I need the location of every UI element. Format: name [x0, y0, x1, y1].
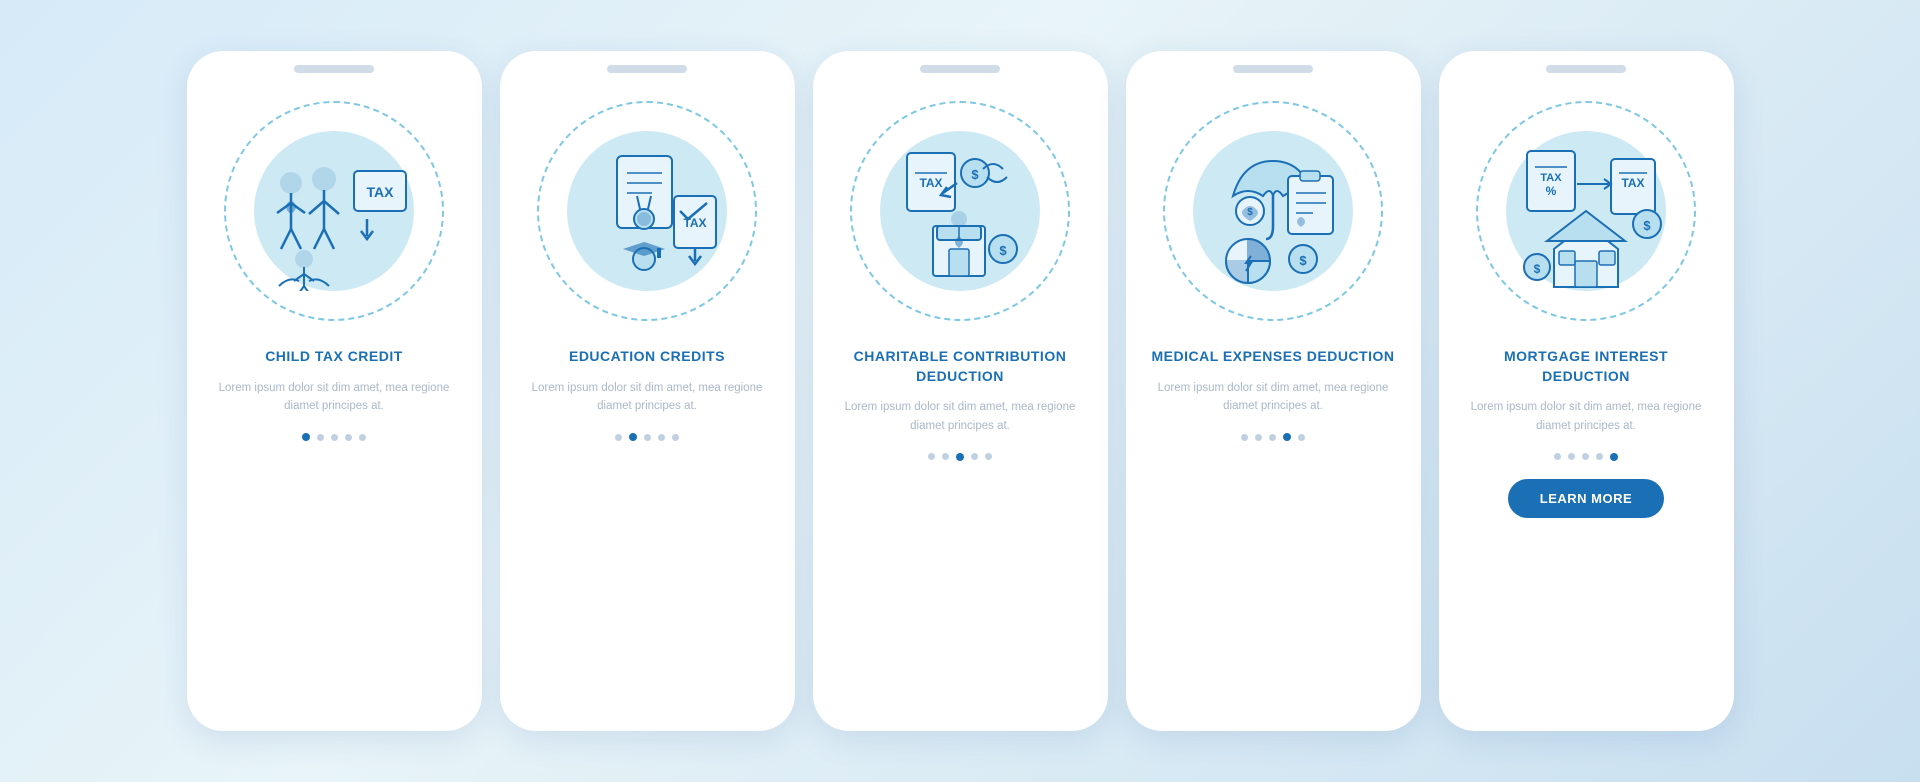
svg-text:$: $	[1299, 253, 1307, 268]
dot-3	[1269, 434, 1276, 441]
card-title: MORTGAGE INTEREST DEDUCTION	[1439, 347, 1734, 386]
dot-1	[302, 433, 310, 441]
card-medical-expenses: $ $	[1126, 51, 1421, 731]
svg-text:TAX: TAX	[1621, 176, 1644, 190]
dot-4	[1283, 433, 1291, 441]
dot-1	[1241, 434, 1248, 441]
dot-3	[331, 434, 338, 441]
illustration-education: TAX	[527, 91, 767, 331]
card-body: Lorem ipsum dolor sit dim amet, mea regi…	[1439, 398, 1734, 435]
card-child-tax-credit: TAX CHILD TAX CREDIT Lorem i	[187, 51, 482, 731]
svg-text:$: $	[971, 167, 979, 182]
education-icon: TAX	[562, 131, 732, 291]
svg-text:%: %	[1545, 184, 1556, 198]
illustration-mortgage: TAX % TAX $	[1466, 91, 1706, 331]
dot-4	[971, 453, 978, 460]
svg-text:TAX: TAX	[1540, 172, 1562, 184]
dot-5	[672, 434, 679, 441]
dot-2	[317, 434, 324, 441]
dot-4	[345, 434, 352, 441]
svg-text:TAX: TAX	[367, 184, 395, 200]
card-body: Lorem ipsum dolor sit dim amet, mea regi…	[187, 379, 482, 416]
svg-text:$: $	[1643, 218, 1651, 233]
illustration-child-tax: TAX	[214, 91, 454, 331]
dots-row	[928, 453, 992, 461]
card-education-credits: TAX EDUCATION CREDITS Lorem ipsum dolor …	[500, 51, 795, 731]
dots-row	[615, 433, 679, 441]
card-body: Lorem ipsum dolor sit dim amet, mea regi…	[500, 379, 795, 416]
dot-1	[1554, 453, 1561, 460]
dots-row	[302, 433, 366, 441]
card-title: MEDICAL EXPENSES DEDUCTION	[1132, 347, 1415, 367]
child-tax-icon: TAX	[249, 131, 419, 291]
dot-2	[1255, 434, 1262, 441]
illustration-charitable: TAX $	[840, 91, 1080, 331]
dot-5	[1610, 453, 1618, 461]
phone-notch	[920, 65, 1000, 73]
card-title: CHILD TAX CREDIT	[245, 347, 423, 367]
cards-container: TAX CHILD TAX CREDIT Lorem i	[167, 31, 1754, 751]
dot-4	[658, 434, 665, 441]
svg-text:$: $	[1533, 262, 1540, 276]
card-charitable-contribution: TAX $	[813, 51, 1108, 731]
dot-1	[615, 434, 622, 441]
illustration-medical: $ $	[1153, 91, 1393, 331]
phone-notch	[294, 65, 374, 73]
charitable-icon: TAX $	[875, 131, 1045, 291]
card-title: CHARITABLE CONTRIBUTION DEDUCTION	[813, 347, 1108, 386]
svg-text:$: $	[1247, 207, 1253, 218]
dot-4	[1596, 453, 1603, 460]
medical-icon: $ $	[1188, 131, 1358, 291]
dot-2	[629, 433, 637, 441]
dot-5	[985, 453, 992, 460]
mortgage-icon: TAX % TAX $	[1499, 129, 1674, 294]
dot-2	[1568, 453, 1575, 460]
dot-3	[1582, 453, 1589, 460]
learn-more-button[interactable]: LEARN MORE	[1508, 479, 1664, 518]
card-body: Lorem ipsum dolor sit dim amet, mea regi…	[1126, 379, 1421, 416]
dots-row	[1554, 453, 1618, 461]
svg-text:TAX: TAX	[919, 176, 942, 190]
svg-text:$: $	[999, 243, 1007, 258]
card-title: EDUCATION CREDITS	[549, 347, 745, 367]
card-mortgage-interest: TAX % TAX $	[1439, 51, 1734, 731]
card-body: Lorem ipsum dolor sit dim amet, mea regi…	[813, 398, 1108, 435]
dot-3	[956, 453, 964, 461]
dot-3	[644, 434, 651, 441]
dot-5	[1298, 434, 1305, 441]
dot-1	[928, 453, 935, 460]
dots-row	[1241, 433, 1305, 441]
phone-notch	[607, 65, 687, 73]
dot-2	[942, 453, 949, 460]
phone-notch	[1233, 65, 1313, 73]
dot-5	[359, 434, 366, 441]
phone-notch	[1546, 65, 1626, 73]
